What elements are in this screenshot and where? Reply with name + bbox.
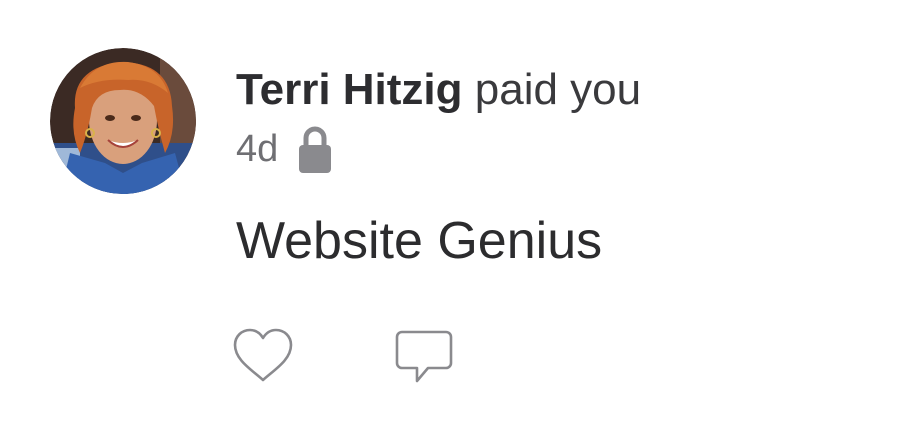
timestamp: 4d [236, 127, 279, 170]
lock-icon [298, 125, 332, 173]
heart-icon [233, 328, 293, 382]
speech-bubble-icon [395, 330, 453, 383]
payment-story-card: Terri Hitzig paid you 4d Website Genius [0, 0, 908, 442]
story-meta: 4d [236, 124, 332, 174]
avatar-photo [50, 48, 196, 194]
avatar[interactable] [50, 48, 196, 194]
payment-note: Website Genius [236, 212, 603, 270]
action-text: paid you [474, 65, 642, 114]
comment-button[interactable] [394, 328, 454, 388]
actor-name-link[interactable]: Terri Hitzig [236, 65, 463, 114]
like-button[interactable] [232, 328, 294, 384]
story-header: Terri Hitzig paid you [236, 64, 641, 116]
